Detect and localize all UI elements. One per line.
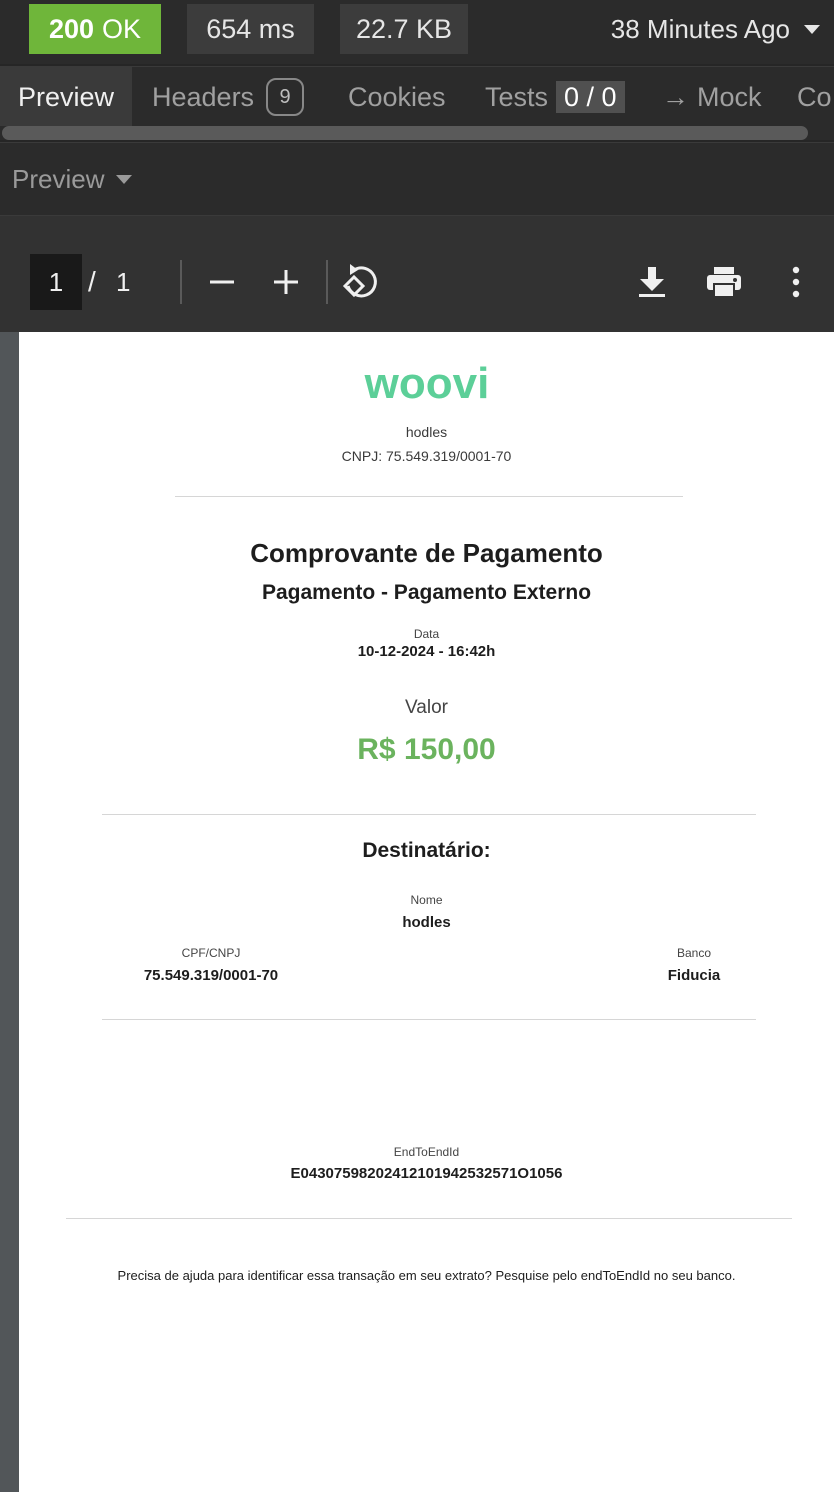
- toolbar-divider: [326, 260, 328, 304]
- tab-cookies[interactable]: Cookies: [348, 67, 446, 127]
- response-time-badge: 654 ms: [187, 4, 314, 54]
- print-button[interactable]: [694, 252, 754, 312]
- tab-mock-label: Mock: [697, 81, 762, 112]
- tests-count-badge: 0 / 0: [556, 81, 625, 113]
- tab-tests[interactable]: Tests 0 / 0: [485, 67, 625, 127]
- name-value: hodles: [402, 914, 451, 931]
- preview-mode-dropdown[interactable]: Preview: [12, 143, 133, 215]
- zoom-out-icon: [210, 280, 234, 284]
- divider: [102, 1019, 756, 1020]
- e2e-label: EndToEndId: [393, 1145, 460, 1159]
- name-label: Nome: [410, 893, 443, 907]
- more-options-button[interactable]: [766, 252, 826, 312]
- status-code: 200: [48, 13, 95, 44]
- preview-mode-row: Preview: [0, 142, 834, 216]
- tabs-scrollbar[interactable]: [0, 126, 834, 140]
- merchant-cnpj: CNPJ: 75.549.319/0001-70: [341, 448, 512, 464]
- zoom-in-button[interactable]: [256, 252, 316, 312]
- brand-logo: woovi: [363, 359, 489, 408]
- rotate-button[interactable]: [330, 252, 390, 312]
- tab-mock[interactable]: → Mock: [662, 67, 762, 127]
- status-text: OK: [102, 13, 142, 44]
- response-status-bar: 200 OK 654 ms 22.7 KB 38 Minutes Ago: [0, 0, 834, 64]
- arrow-right-icon: →: [662, 81, 689, 112]
- divider: [66, 1218, 792, 1219]
- tab-console[interactable]: Co: [797, 67, 832, 127]
- page-separator: /: [88, 266, 96, 297]
- e2e-value: E04307598202412101942532571O1056: [290, 1165, 563, 1182]
- cpf-cnpj-label: CPF/CNPJ: [181, 946, 241, 960]
- chevron-down-icon: [804, 24, 820, 34]
- tab-headers-label: Headers: [152, 81, 255, 112]
- date-value: 10-12-2024 - 16:42h: [357, 643, 496, 660]
- status-badge: 200 OK: [29, 4, 161, 54]
- page-total: 1: [116, 266, 131, 297]
- toolbar-divider: [180, 260, 182, 304]
- divider: [102, 814, 756, 815]
- download-button[interactable]: [622, 252, 682, 312]
- merchant-name: hodles: [405, 424, 448, 440]
- response-tabs: Preview Headers 9 Cookies Tests 0 / 0 → …: [0, 66, 834, 127]
- divider: [175, 496, 683, 497]
- date-label: Data: [413, 627, 440, 641]
- rotate-icon: [342, 264, 377, 298]
- amount-label: Valor: [405, 697, 448, 718]
- tab-console-label: Co: [797, 81, 832, 112]
- bank-value: Fiducia: [667, 967, 721, 984]
- print-icon: [707, 267, 741, 298]
- pdf-viewer-gutter: [0, 332, 19, 1492]
- recipient-heading: Destinatário:: [362, 839, 491, 862]
- tab-headers[interactable]: Headers 9: [152, 67, 305, 127]
- history-label: 38 Minutes Ago: [610, 13, 790, 44]
- receipt-subtitle: Pagamento - Pagamento Externo: [261, 581, 592, 604]
- response-size-badge: 22.7 KB: [340, 4, 468, 54]
- more-vertical-icon: [792, 266, 800, 298]
- download-icon: [639, 267, 665, 297]
- brand-wordmark: woovi: [363, 362, 489, 406]
- headers-count-badge: 9: [266, 78, 305, 116]
- response-history-dropdown[interactable]: 38 Minutes Ago: [611, 4, 820, 54]
- tab-tests-label: Tests: [485, 81, 549, 112]
- pdf-toolbar: 1 / 1: [0, 216, 834, 332]
- cpf-cnpj-value: 75.549.319/0001-70: [143, 967, 279, 984]
- woovi-logo: woovi: [19, 359, 834, 411]
- page-number-input[interactable]: 1: [30, 254, 82, 310]
- bank-label: Banco: [676, 946, 712, 960]
- receipt-title: Comprovante de Pagamento: [250, 538, 603, 568]
- pdf-page: woovi hodles CNPJ: 75.549.319/0001-70 Co…: [19, 332, 834, 1492]
- preview-mode-label: Preview: [12, 163, 105, 194]
- tabs-scrollbar-thumb[interactable]: [2, 126, 808, 140]
- chevron-down-icon: [116, 174, 133, 184]
- tab-preview-label: Preview: [17, 81, 115, 112]
- tab-preview[interactable]: Preview: [0, 67, 132, 127]
- amount-value: R$ 150,00: [357, 733, 496, 766]
- zoom-out-button[interactable]: [192, 252, 252, 312]
- tab-cookies-label: Cookies: [348, 81, 446, 112]
- zoom-in-icon: [274, 270, 298, 294]
- help-text: Precisa de ajuda para identificar essa t…: [117, 1268, 736, 1283]
